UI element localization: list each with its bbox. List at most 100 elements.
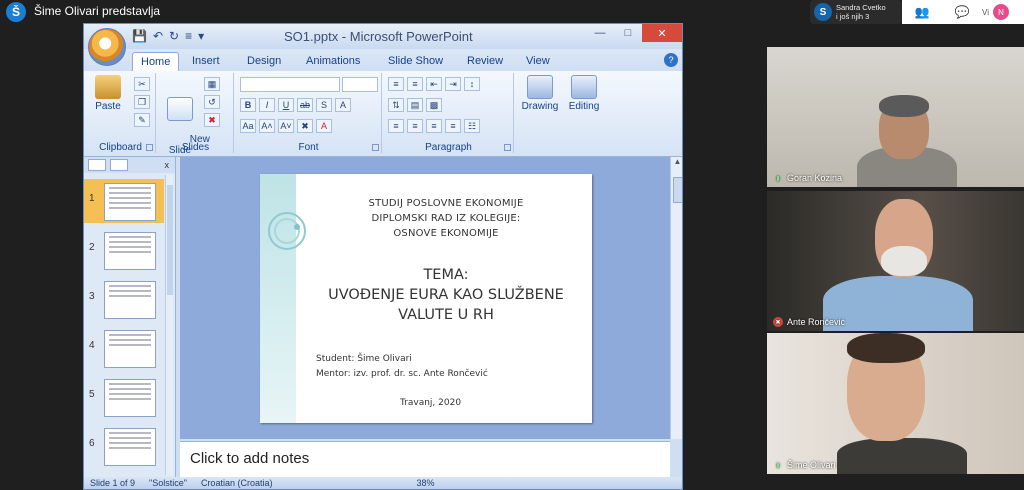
- thumb-number: 1: [89, 193, 95, 204]
- chat-icon[interactable]: 💬: [942, 0, 982, 24]
- thumb-preview: [104, 232, 156, 270]
- scroll-thumb[interactable]: [167, 185, 173, 295]
- align-left-icon[interactable]: ≡: [388, 119, 404, 133]
- save-icon[interactable]: 💾: [132, 29, 147, 43]
- binoculars-icon: [571, 75, 597, 99]
- video-tile[interactable]: ▮ Šime Olivari: [767, 333, 1024, 474]
- customize-qat-icon[interactable]: ▾: [198, 29, 204, 43]
- slide-thumbnail[interactable]: 6: [84, 424, 164, 468]
- slide-thumbnail[interactable]: 3: [84, 277, 164, 321]
- copy-icon[interactable]: ❐: [134, 95, 150, 109]
- outline-tab[interactable]: [110, 159, 128, 171]
- slide-scrollbar[interactable]: ▲: [670, 157, 682, 439]
- bullets-icon[interactable]: ≡: [185, 29, 192, 43]
- cut-icon[interactable]: ✂: [134, 77, 150, 91]
- char-spacing-icon[interactable]: A: [335, 98, 351, 112]
- slide-header-line: DIPLOMSKI RAD IZ KOLEGIJE:: [371, 213, 521, 224]
- video-tile[interactable]: ✖ Ante Rončević: [767, 191, 1024, 331]
- participant-name: Goran Kozina: [787, 173, 843, 183]
- thumb-preview: [104, 428, 156, 466]
- font-size-combo[interactable]: [342, 77, 378, 92]
- slide-thumbnail[interactable]: 4: [84, 326, 164, 370]
- align-right-icon[interactable]: ≡: [426, 119, 442, 133]
- slides-tab[interactable]: [88, 159, 106, 171]
- align-center-icon[interactable]: ≡: [407, 119, 423, 133]
- tab-home[interactable]: Home: [132, 52, 180, 71]
- redo-icon[interactable]: ↻: [169, 29, 179, 43]
- slide-thumbnail[interactable]: 1: [84, 179, 164, 223]
- bullets-list-icon[interactable]: ≡: [388, 77, 404, 91]
- scroll-thumb[interactable]: [673, 177, 682, 203]
- slide-mentor: Mentor: izv. prof. dr. sc. Ante Rončević: [316, 369, 488, 379]
- participants-summary[interactable]: S Sandra Cvetko i još njih 3: [810, 0, 902, 24]
- participant-name: Ante Rončević: [787, 317, 846, 327]
- notes-pane[interactable]: Click to add notes: [180, 441, 670, 479]
- close-icon[interactable]: ✕: [642, 24, 682, 42]
- reset-icon[interactable]: ↺: [204, 95, 220, 109]
- paste-button[interactable]: Paste: [92, 75, 124, 112]
- layout-icon[interactable]: ▦: [204, 77, 220, 91]
- zoom-level[interactable]: 38%: [416, 478, 434, 488]
- columns-icon[interactable]: ☷: [464, 119, 480, 133]
- font-name-combo[interactable]: [240, 77, 340, 92]
- justify-icon[interactable]: ≡: [445, 119, 461, 133]
- format-painter-icon[interactable]: ✎: [134, 113, 150, 127]
- shadow-icon[interactable]: S: [316, 98, 332, 112]
- tab-review[interactable]: Review: [459, 52, 511, 70]
- italic-icon[interactable]: I: [259, 98, 275, 112]
- paste-label: Paste: [95, 101, 121, 112]
- thumbnails-scrollbar[interactable]: [165, 175, 173, 475]
- video-tile[interactable]: ▮ Goran Kozina: [767, 47, 1024, 187]
- increase-indent-icon[interactable]: ⇥: [445, 77, 461, 91]
- clipboard-group: Paste ✂ ❐ ✎ Clipboard: [86, 73, 156, 153]
- drawing-button[interactable]: Drawing: [518, 75, 562, 112]
- shrink-font-icon[interactable]: A˅: [278, 119, 294, 133]
- font-size-row: Aa A˄ A˅ ✖ A: [240, 119, 332, 133]
- delete-slide-icon[interactable]: ✖: [204, 113, 220, 127]
- font-launcher[interactable]: [372, 144, 379, 151]
- scroll-up-icon[interactable]: ▲: [671, 157, 682, 169]
- tab-design[interactable]: Design: [239, 52, 289, 70]
- slides-mini: ▦ ↺ ✖: [204, 77, 220, 127]
- numbering-icon[interactable]: ≡: [407, 77, 423, 91]
- tab-insert[interactable]: Insert: [184, 52, 228, 70]
- line-spacing-icon[interactable]: ↕: [464, 77, 480, 91]
- decrease-indent-icon[interactable]: ⇤: [426, 77, 442, 91]
- help-icon[interactable]: ?: [664, 53, 678, 67]
- ribbon-tabs: Home Insert Design Animations Slide Show…: [84, 49, 682, 71]
- clipboard-launcher[interactable]: [146, 144, 153, 151]
- underline-icon[interactable]: U: [278, 98, 294, 112]
- tab-animations[interactable]: Animations: [298, 52, 368, 70]
- align-text-icon[interactable]: ▤: [407, 98, 423, 112]
- smartart-icon[interactable]: ▩: [426, 98, 442, 112]
- bold-icon[interactable]: B: [240, 98, 256, 112]
- font-color-icon[interactable]: A: [316, 119, 332, 133]
- participant-body: [837, 438, 967, 474]
- new-slide-button[interactable]: New Slide: [162, 75, 210, 167]
- strikethrough-icon[interactable]: ab: [297, 98, 313, 112]
- text-direction-icon[interactable]: ⇅: [388, 98, 404, 112]
- tab-view[interactable]: View: [518, 52, 558, 70]
- pane-close-icon[interactable]: x: [165, 160, 170, 170]
- minimize-icon[interactable]: —: [586, 24, 614, 42]
- tab-slide-show[interactable]: Slide Show: [380, 52, 451, 70]
- people-icon[interactable]: 👥: [902, 0, 942, 24]
- office-button[interactable]: [88, 28, 126, 66]
- grow-font-icon[interactable]: A˄: [259, 119, 275, 133]
- slide-title-line: TEMA:: [423, 267, 469, 283]
- maximize-icon[interactable]: □: [614, 24, 642, 42]
- current-slide[interactable]: STUDIJ POSLOVNE EKONOMIJE DIPLOMSKI RAD …: [260, 174, 592, 423]
- editing-button[interactable]: Editing: [564, 75, 604, 112]
- paragraph-launcher[interactable]: [504, 144, 511, 151]
- font-format-row: B I U ab S A: [240, 98, 351, 112]
- slide-thumbnail[interactable]: 2: [84, 228, 164, 272]
- change-case-icon[interactable]: Aa: [240, 119, 256, 133]
- slide-thumbnail[interactable]: 5: [84, 375, 164, 419]
- language[interactable]: Croatian (Croatia): [201, 478, 273, 488]
- font-group: B I U ab S A Aa A˄ A˅ ✖ A Font: [236, 73, 382, 153]
- paste-icon: [95, 75, 121, 99]
- clear-format-icon[interactable]: ✖: [297, 119, 313, 133]
- self-indicator[interactable]: Vi N: [982, 4, 1009, 20]
- ribbon: Paste ✂ ❐ ✎ Clipboard New Slide ▦ ↺ ✖ Sl…: [84, 71, 682, 157]
- undo-icon[interactable]: ↶: [153, 29, 163, 43]
